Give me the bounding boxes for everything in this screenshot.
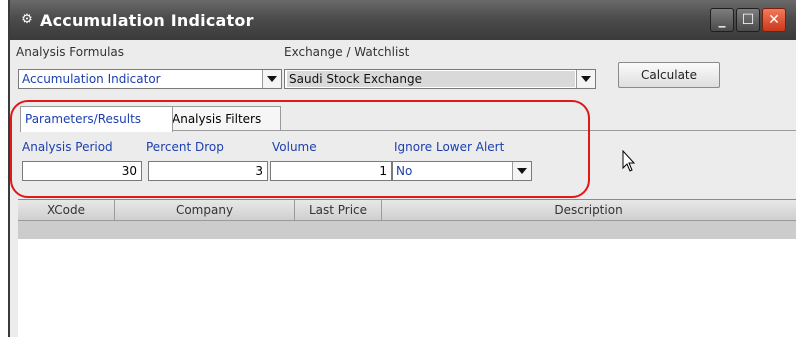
title-bar[interactable]: ⚙ Accumulation Indicator _ ☐ ✕ <box>10 0 796 40</box>
chevron-down-icon[interactable] <box>576 70 595 88</box>
column-header-xcode[interactable]: XCode <box>18 200 115 220</box>
volume-input[interactable]: 1 <box>270 161 392 181</box>
chevron-down-icon[interactable] <box>262 70 281 88</box>
analysis-formulas-label: Analysis Formulas <box>16 45 125 59</box>
results-table[interactable]: XCode Company Last Price Description <box>18 199 796 338</box>
tab-analysis-filters[interactable]: Analysis Filters <box>167 106 281 131</box>
percent-drop-input[interactable]: 3 <box>148 161 268 181</box>
column-header-description[interactable]: Description <box>382 200 795 220</box>
exchange-value: Saudi Stock Exchange <box>287 71 575 87</box>
ignore-lower-alert-dropdown[interactable]: No <box>392 161 532 181</box>
volume-value: 1 <box>379 164 387 178</box>
column-header-company[interactable]: Company <box>115 200 295 220</box>
column-header-last-price[interactable]: Last Price <box>295 200 382 220</box>
chevron-down-icon[interactable] <box>512 162 531 180</box>
percent-drop-label: Percent Drop <box>146 140 224 154</box>
ignore-lower-alert-value: No <box>396 164 413 178</box>
minimize-button[interactable]: _ <box>710 8 734 32</box>
app-icon: ⚙ <box>21 12 33 27</box>
analysis-period-input[interactable]: 30 <box>22 161 142 181</box>
calculate-button[interactable]: Calculate <box>618 62 720 88</box>
table-header: XCode Company Last Price Description <box>18 200 796 221</box>
ignore-lower-alert-label: Ignore Lower Alert <box>394 140 505 154</box>
maximize-button[interactable]: ☐ <box>736 8 760 32</box>
window-title: Accumulation Indicator <box>40 11 254 30</box>
analysis-formulas-value: Accumulation Indicator <box>22 72 161 86</box>
exchange-dropdown[interactable]: Saudi Stock Exchange <box>284 69 596 89</box>
mouse-cursor-icon <box>622 150 636 172</box>
close-button[interactable]: ✕ <box>762 8 786 32</box>
analysis-period-value: 30 <box>121 164 137 178</box>
analysis-formulas-dropdown[interactable]: Accumulation Indicator <box>18 69 282 89</box>
table-row[interactable] <box>18 221 796 239</box>
volume-label: Volume <box>272 140 317 154</box>
accumulation-indicator-window: ⚙ Accumulation Indicator _ ☐ ✕ Analysis … <box>8 0 796 338</box>
exchange-label: Exchange / Watchlist <box>284 45 410 59</box>
percent-drop-value: 3 <box>255 164 263 178</box>
tab-parameters-results[interactable]: Parameters/Results <box>20 106 173 132</box>
analysis-period-label: Analysis Period <box>22 140 113 154</box>
